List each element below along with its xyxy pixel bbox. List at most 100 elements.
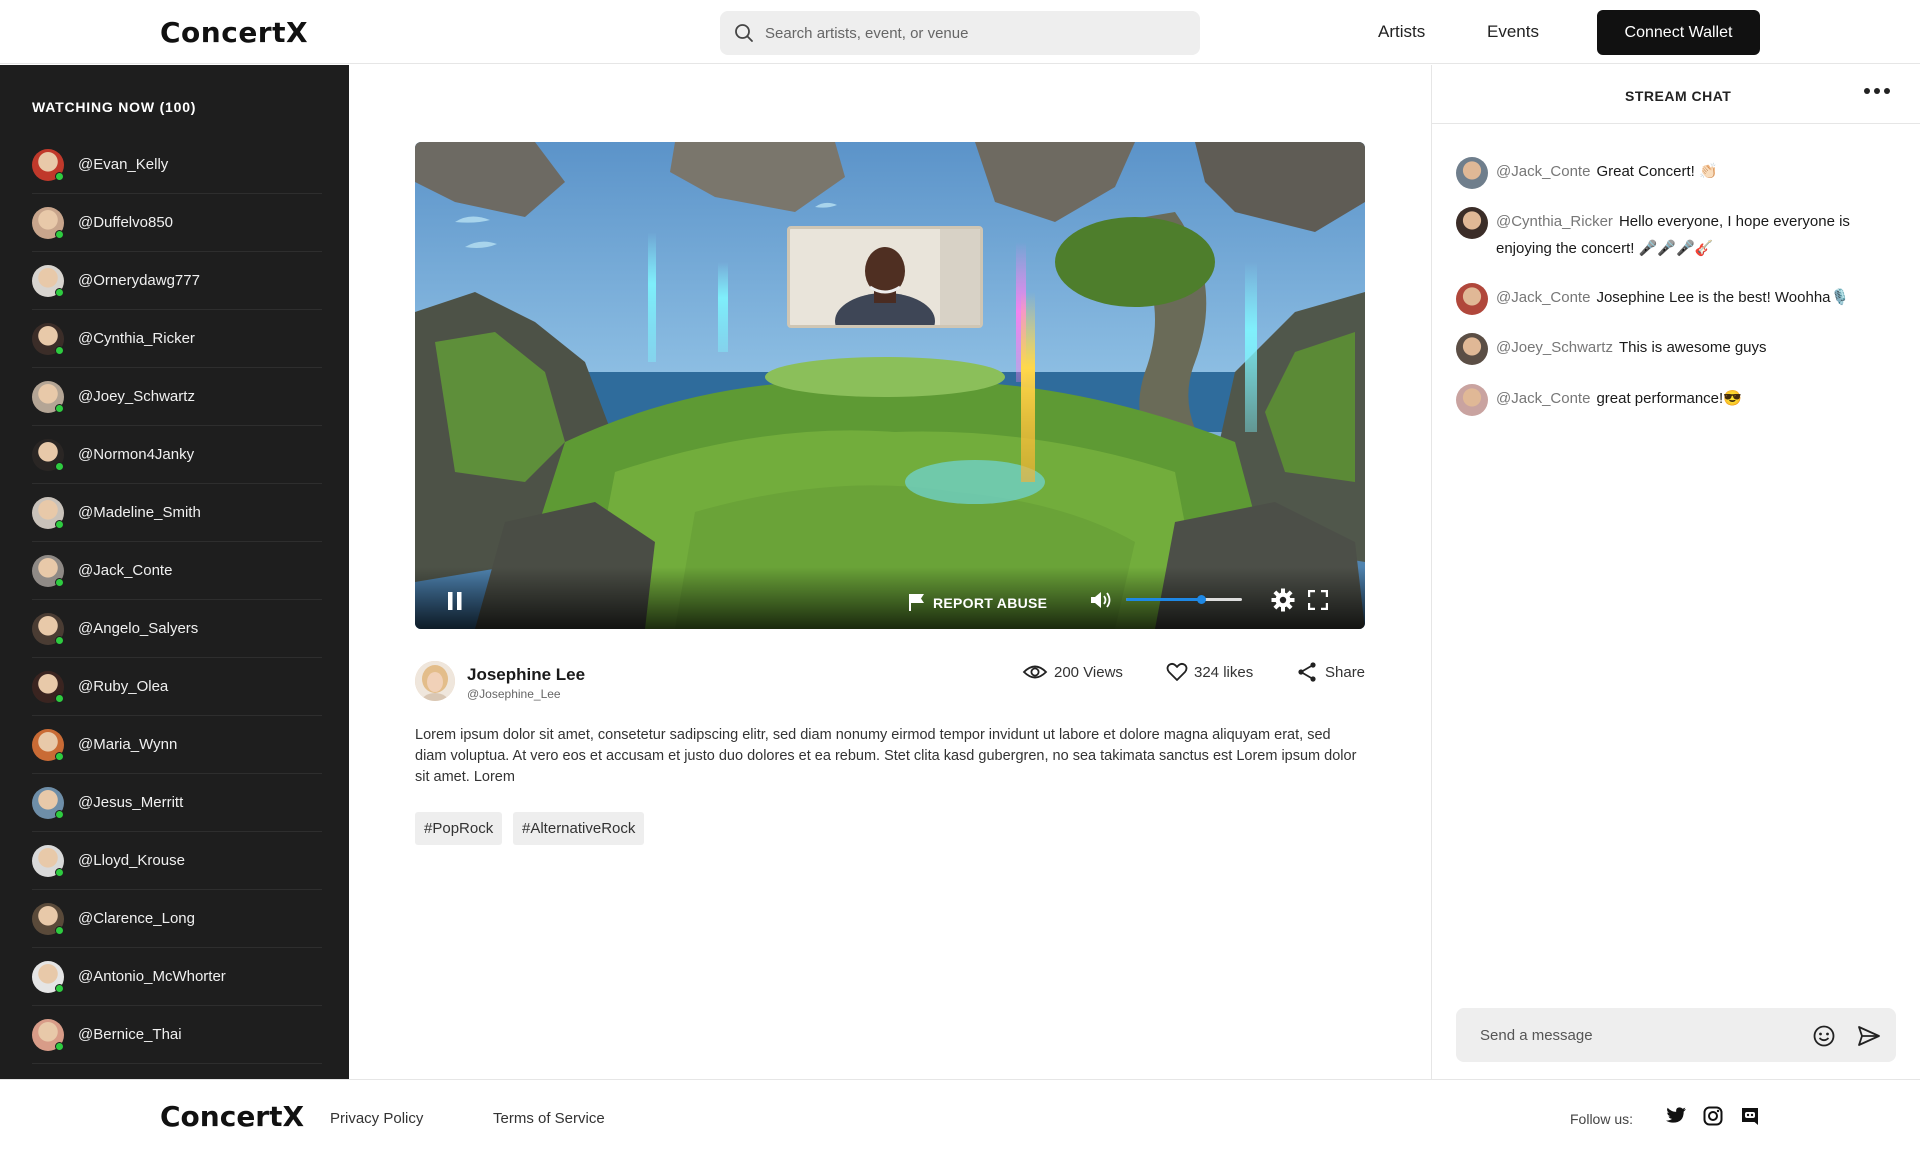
chat-username[interactable]: @Cynthia_Ricker xyxy=(1496,213,1613,230)
tag-alternativerock[interactable]: #AlternativeRock xyxy=(513,812,645,845)
online-status-dot xyxy=(55,346,64,355)
instagram-icon[interactable] xyxy=(1703,1106,1723,1126)
online-status-dot xyxy=(55,636,64,645)
heart-icon[interactable] xyxy=(1166,661,1188,683)
video-player[interactable]: REPORT ABUSE xyxy=(415,142,1365,629)
volume-knob[interactable] xyxy=(1197,595,1207,604)
viewer-name: @Jack_Conte xyxy=(78,562,173,579)
share-icon[interactable] xyxy=(1296,661,1318,683)
online-status-dot xyxy=(55,520,64,529)
fullscreen-icon[interactable] xyxy=(1308,590,1328,610)
avatar[interactable] xyxy=(1456,207,1488,239)
viewer-name: @Ruby_Olea xyxy=(78,678,169,695)
terms-of-service-link[interactable]: Terms of Service xyxy=(493,1110,605,1127)
stream-description: Lorem ipsum dolor sit amet, consetetur s… xyxy=(415,727,1357,785)
more-options-icon[interactable] xyxy=(1863,87,1891,95)
viewer-name: @Bernice_Thai xyxy=(78,1026,182,1043)
viewer-item[interactable]: @Maria_Wynn xyxy=(32,716,322,774)
avatar[interactable] xyxy=(1456,333,1488,365)
viewer-item[interactable]: @Jesus_Merritt xyxy=(32,774,322,832)
viewer-item[interactable]: @Madeline_Smith xyxy=(32,484,322,542)
viewer-item[interactable]: @Antonio_McWhorter xyxy=(32,948,322,1006)
nav-events[interactable]: Events xyxy=(1487,22,1539,42)
online-status-dot xyxy=(55,230,64,239)
viewer-item[interactable]: @Cynthia_Ricker xyxy=(32,310,322,368)
volume-fill xyxy=(1126,598,1202,601)
artist-name[interactable]: Josephine Lee xyxy=(467,665,585,685)
viewer-name: @Joey_Schwartz xyxy=(78,388,195,405)
chat-username[interactable]: @Joey_Schwartz xyxy=(1496,339,1613,356)
share-label: Share xyxy=(1325,664,1366,681)
discord-icon[interactable] xyxy=(1740,1106,1760,1126)
search-icon xyxy=(735,24,753,42)
viewer-item[interactable]: @Ornerydawg777 xyxy=(32,252,322,310)
viewer-item[interactable]: @Normon4Janky xyxy=(32,426,322,484)
settings-gear-icon[interactable] xyxy=(1271,588,1295,612)
avatar[interactable] xyxy=(1456,157,1488,189)
online-status-dot xyxy=(55,752,64,761)
footer: ConcertX Privacy Policy Terms of Service… xyxy=(0,1079,1920,1150)
online-status-dot xyxy=(55,868,64,877)
viewer-name: @Duffelvo850 xyxy=(78,214,174,231)
artist-avatar[interactable] xyxy=(415,661,455,701)
viewer-name: @Angelo_Salyers xyxy=(78,620,199,637)
avatar[interactable] xyxy=(1456,384,1488,416)
chat-message-body: @Jack_Conte great performance!😎 xyxy=(1496,385,1896,412)
viewer-item[interactable]: @Clarence_Long xyxy=(32,890,322,948)
chat-username[interactable]: @Jack_Conte xyxy=(1496,289,1590,306)
chat-username[interactable]: @Jack_Conte xyxy=(1496,163,1590,180)
viewer-item[interactable]: @Joey_Schwartz xyxy=(32,368,322,426)
header: ConcertX Artists Events Connect Wallet xyxy=(0,0,1920,64)
chat-message-body: @Jack_Conte Great Concert! 👏🏻 xyxy=(1496,158,1896,185)
viewer-item[interactable]: @Duffelvo850 xyxy=(32,194,322,252)
tag-poprock[interactable]: #PopRock xyxy=(415,812,503,845)
chat-message-body: @Joey_Schwartz This is awesome guys xyxy=(1496,334,1896,361)
online-status-dot xyxy=(55,462,64,471)
pause-icon[interactable] xyxy=(447,592,463,610)
nav-artists[interactable]: Artists xyxy=(1378,22,1425,42)
viewer-item[interactable]: @Angelo_Salyers xyxy=(32,600,322,658)
chat-input-box[interactable] xyxy=(1456,1008,1896,1062)
emoji-icon[interactable] xyxy=(1813,1025,1835,1047)
viewer-item[interactable]: @Bernice_Thai xyxy=(32,1006,322,1064)
volume-icon[interactable] xyxy=(1090,590,1112,610)
viewer-name: @Maria_Wynn xyxy=(78,736,178,753)
online-status-dot xyxy=(55,694,64,703)
viewer-item[interactable]: @Ruby_Olea xyxy=(32,658,322,716)
flag-icon[interactable] xyxy=(908,593,926,611)
search-input[interactable] xyxy=(765,11,1185,55)
twitter-icon[interactable] xyxy=(1665,1106,1687,1126)
viewer-item[interactable]: @Evan_Kelly xyxy=(32,136,322,194)
eye-icon xyxy=(1022,665,1048,679)
chat-text: great performance!😎 xyxy=(1596,390,1742,407)
send-icon[interactable] xyxy=(1857,1024,1881,1048)
artist-handle: @Josephine_Lee xyxy=(467,687,561,701)
viewer-item[interactable]: @Jack_Conte xyxy=(32,542,322,600)
connect-wallet-button[interactable]: Connect Wallet xyxy=(1597,10,1760,55)
likes-count: 324 likes xyxy=(1194,664,1254,681)
viewer-name: @Lloyd_Krouse xyxy=(78,852,185,869)
message-input[interactable] xyxy=(1480,1008,1810,1062)
chat-username[interactable]: @Jack_Conte xyxy=(1496,390,1590,407)
footer-logo[interactable]: ConcertX xyxy=(160,1100,304,1133)
chat-message-body: @Cynthia_Ricker Hello everyone, I hope ev… xyxy=(1496,208,1896,262)
online-status-dot xyxy=(55,926,64,935)
logo[interactable]: ConcertX xyxy=(160,16,308,49)
viewer-name: @Normon4Janky xyxy=(78,446,195,463)
performer-webcam xyxy=(787,226,983,328)
search-bar[interactable] xyxy=(720,11,1200,55)
volume-slider[interactable] xyxy=(1126,595,1242,604)
privacy-policy-link[interactable]: Privacy Policy xyxy=(330,1110,423,1127)
main-content: REPORT ABUSE Josephine Lee @Josephine_Le… xyxy=(349,65,1431,1079)
viewer-name: @Ornerydawg777 xyxy=(78,272,200,289)
views-count: 200 Views xyxy=(1054,664,1123,681)
chat-message-body: @Jack_Conte Josephine Lee is the best! Wo… xyxy=(1496,284,1896,311)
stream-chat: STREAM CHAT @Jack_Conte Great Concert! 👏🏻… xyxy=(1431,65,1920,1079)
online-status-dot xyxy=(55,578,64,587)
player-controls: REPORT ABUSE xyxy=(415,567,1365,629)
watching-sidebar: WATCHING NOW (100) @Evan_Kelly @Duffelvo8… xyxy=(0,65,349,1079)
report-abuse-button[interactable]: REPORT ABUSE xyxy=(933,595,1047,611)
online-status-dot xyxy=(55,172,64,181)
viewer-item[interactable]: @Lloyd_Krouse xyxy=(32,832,322,890)
avatar[interactable] xyxy=(1456,283,1488,315)
